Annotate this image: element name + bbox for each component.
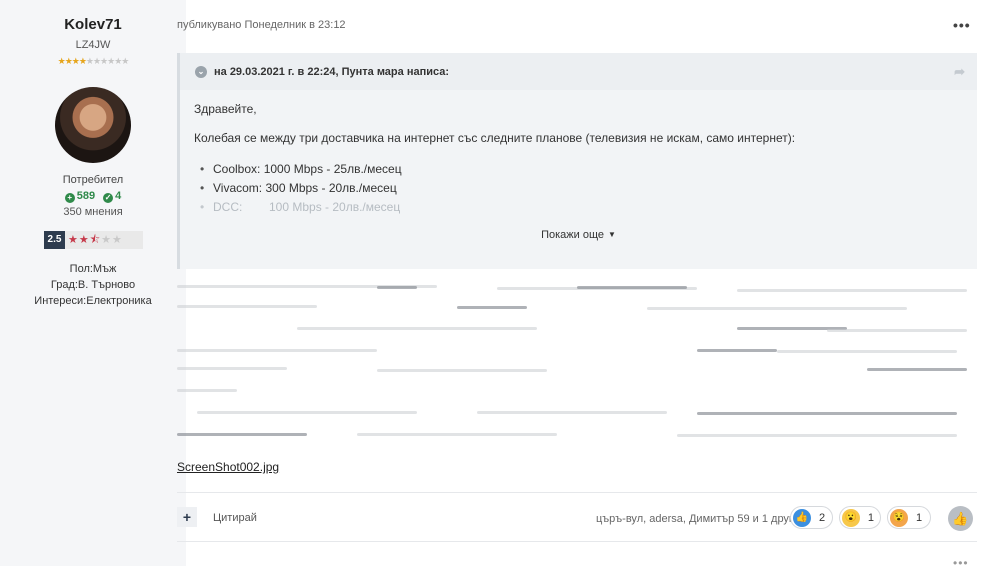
author-field-interests: Интереси:Електроника (34, 295, 152, 307)
list-item: DCC: 100 Mbps - 20лв./месец (194, 198, 963, 217)
reactors-list[interactable]: църъ-вул, adersa, Димитър 59 и 1 друг (596, 513, 793, 525)
avatar[interactable] (55, 87, 131, 163)
quote-citation: на 29.03.2021 г. в 22:24, Пунта мара нап… (214, 65, 450, 78)
quote-header[interactable]: ⌄ на 29.03.2021 г. в 22:24, Пунта мара н… (180, 53, 977, 90)
share-arrow-icon[interactable]: ➦ (954, 64, 965, 80)
show-more-button[interactable]: Покажи още ▼ (180, 229, 977, 241)
chevron-down-icon[interactable]: ⌄ (195, 65, 207, 78)
multiquote-plus-button[interactable]: + (177, 507, 197, 527)
rating-stars: ★★⯪★★ (65, 231, 143, 249)
plus-circle-icon: + (64, 193, 75, 203)
author-field-gender: Пол:Мъж (69, 263, 117, 275)
wow-face-icon: 😮 (842, 508, 860, 527)
post-timestamp[interactable]: публикувано Понеделник в 23:12 (177, 19, 346, 31)
author-panel: Kolev71 LZ4JW ★★★★★★★★★★ Потребител +589… (0, 0, 186, 566)
author-group: Потребител (62, 174, 124, 186)
rating-value: 2.5 (44, 231, 65, 249)
reaction-thumbs-up[interactable]: 👍 2 (790, 506, 833, 529)
author-rating: 2.5 ★★⯪★★ (44, 231, 143, 249)
check-circle-icon: ✓ (103, 193, 114, 203)
author-name[interactable]: Kolev71 (0, 16, 186, 33)
confused-face-icon: 😵 (890, 508, 908, 527)
author-rank-stars: ★★★★★★★★★★ (57, 56, 130, 66)
reaction-wow[interactable]: 😮 1 (839, 506, 881, 529)
reputation-badges: ✓ 4 (103, 190, 122, 203)
like-thumb-icon[interactable]: 👍 (948, 506, 973, 531)
list-item: Vivacom: 300 Mbps - 20лв./месец (194, 179, 963, 198)
divider (177, 541, 977, 542)
quote-intro: Колебая се между три доставчика на интер… (194, 131, 796, 145)
plan-list: Coolbox: 1000 Mbps - 25лв./месец Vivacom… (194, 160, 963, 217)
author-field-city: Град:В. Търново (50, 279, 136, 291)
obscured-post-text (177, 277, 967, 447)
author-title: LZ4JW (75, 39, 111, 51)
author-post-count: 350 мнения (63, 206, 123, 218)
thumbs-up-icon: 👍 (793, 508, 811, 527)
reputation-positive: +589 (64, 190, 95, 203)
ellipsis-icon[interactable]: ••• (953, 556, 969, 566)
divider (177, 492, 977, 493)
ellipsis-icon[interactable]: ••• (953, 17, 971, 33)
reaction-confused[interactable]: 😵 1 (887, 506, 931, 529)
quote-greeting: Здравейте, (194, 102, 257, 116)
quote-block: ⌄ на 29.03.2021 г. в 22:24, Пунта мара н… (177, 53, 977, 269)
author-reputation: +589 ✓ 4 (0, 190, 186, 203)
caret-down-icon: ▼ (608, 230, 616, 239)
attachment-link[interactable]: ScreenShot002.jpg (177, 460, 279, 474)
quote-body: Здравейте, Колебая се между три доставчи… (180, 90, 977, 269)
quote-button[interactable]: Цитирай (213, 512, 257, 524)
list-item: Coolbox: 1000 Mbps - 25лв./месец (194, 160, 963, 179)
